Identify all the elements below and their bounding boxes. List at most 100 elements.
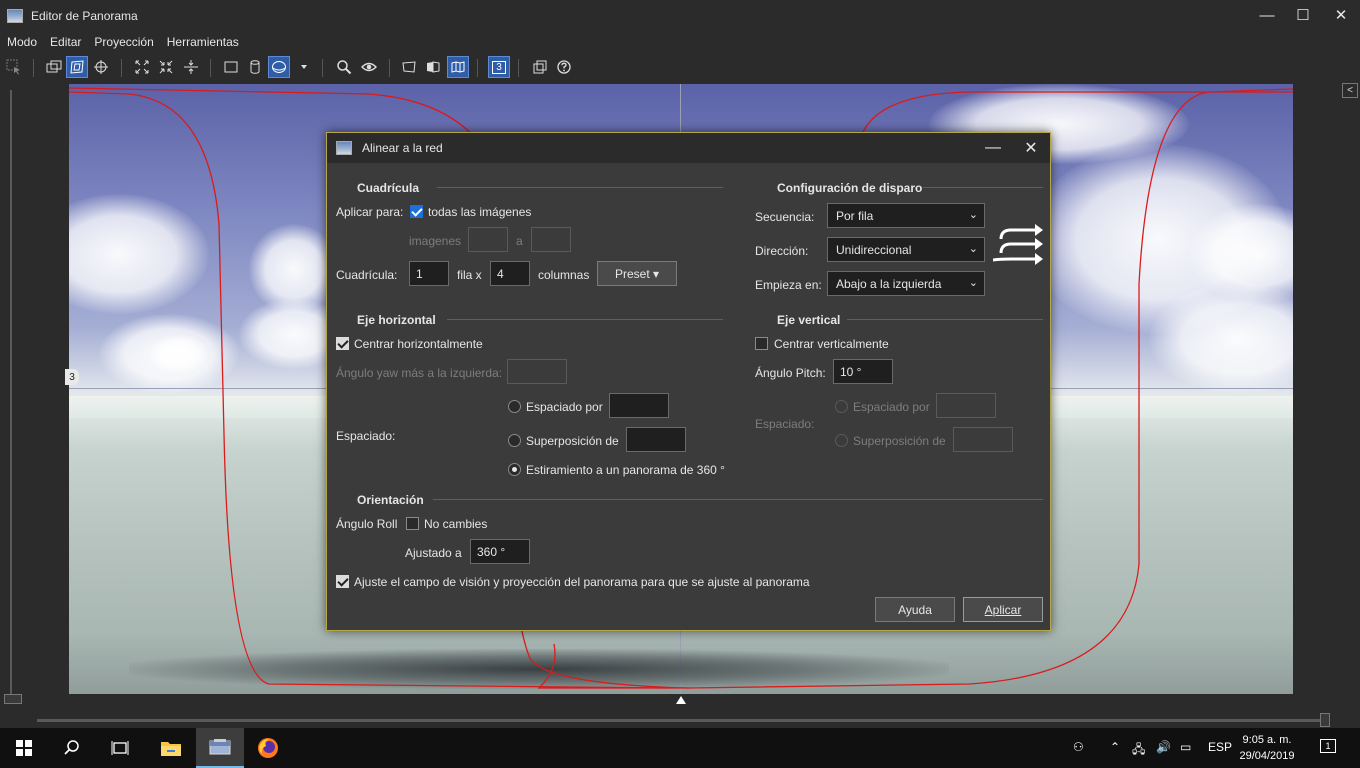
- help-button[interactable]: Ayuda: [875, 597, 955, 622]
- numbers-label: 3: [492, 60, 506, 74]
- file-explorer-icon[interactable]: [147, 728, 195, 768]
- mosaic-icon[interactable]: [422, 56, 444, 78]
- apply-button[interactable]: Aplicar: [963, 597, 1043, 622]
- close-button[interactable]: ✕: [1318, 0, 1360, 30]
- eye-icon[interactable]: [358, 56, 380, 78]
- all-images-checkbox[interactable]: [410, 205, 423, 218]
- clock-time: 9:05 a. m.: [1242, 734, 1292, 746]
- grid-label: Cuadrícula:: [336, 268, 398, 282]
- taskbar: ⚇ ⌃ 🖧 🔊 ▭ ESP 9:05 a. m. 29/04/2019 1: [0, 728, 1360, 768]
- horizontal-spacing-label: Espaciado:: [336, 429, 396, 443]
- select-icon[interactable]: [3, 56, 25, 78]
- language-indicator[interactable]: ESP: [1208, 740, 1232, 754]
- vertical-overlap-field[interactable]: [953, 427, 1013, 452]
- collapse-panel-button[interactable]: <: [1342, 83, 1358, 98]
- vertical-scrollbar[interactable]: [10, 90, 18, 700]
- no-change-label: No cambies: [424, 517, 488, 531]
- spaced-by-field[interactable]: [609, 393, 669, 418]
- dropdown-icon[interactable]: [293, 56, 315, 78]
- adjusted-label: Ajustado a: [405, 546, 462, 560]
- preset-button[interactable]: Preset ▾: [597, 261, 677, 286]
- menu-bar: Modo Editar Proyección Herramientas: [0, 32, 1360, 52]
- map-icon[interactable]: [447, 56, 469, 78]
- stretch-360-radio[interactable]: [508, 463, 521, 476]
- overlap-icon[interactable]: [529, 56, 551, 78]
- shrink-icon[interactable]: [155, 56, 177, 78]
- pitch-label: Ángulo Pitch:: [755, 366, 826, 380]
- firefox-icon[interactable]: [244, 728, 292, 768]
- equirect-icon[interactable]: [268, 56, 290, 78]
- vertical-spaced-by-label: Espaciado por: [853, 400, 930, 414]
- menu-modo[interactable]: Modo: [0, 35, 43, 49]
- center-icon[interactable]: [180, 56, 202, 78]
- chevron-down-icon: ⌄: [968, 277, 978, 289]
- stretch-360-label: Estiramiento a un panorama de 360 °: [526, 463, 725, 477]
- orientation-title: Orientación: [357, 493, 424, 507]
- vertical-spaced-by-radio[interactable]: [835, 400, 848, 413]
- clock[interactable]: 9:05 a. m. 29/04/2019: [1232, 732, 1302, 764]
- rows-suffix: fila x: [457, 268, 482, 282]
- center-vertically-checkbox[interactable]: [755, 337, 768, 350]
- numbers-icon[interactable]: 3: [488, 56, 510, 78]
- horizontal-scrollbar[interactable]: [37, 719, 1327, 722]
- vertical-scroll-thumb[interactable]: [4, 694, 22, 704]
- yaw-field[interactable]: [507, 359, 567, 384]
- vertical-axis-title: Eje vertical: [777, 313, 841, 327]
- task-view-icon[interactable]: [96, 728, 144, 768]
- vertical-overlap-radio[interactable]: [835, 434, 848, 447]
- title-bar: Editor de Panorama — ☐ ✕: [0, 0, 1360, 32]
- range-from-field[interactable]: [468, 227, 508, 252]
- window-title: Editor de Panorama: [31, 9, 138, 23]
- cylindrical-icon[interactable]: [244, 56, 266, 78]
- center-horizontally-label: Centrar horizontalmente: [354, 337, 483, 351]
- direction-select[interactable]: Unidireccional ⌄: [827, 237, 985, 262]
- search-icon[interactable]: [48, 728, 96, 768]
- crosshair-icon[interactable]: [90, 56, 112, 78]
- zoom-icon[interactable]: [333, 56, 355, 78]
- toolbar: 3: [0, 53, 1360, 83]
- sequence-select[interactable]: Por fila ⌄: [827, 203, 985, 228]
- adjusted-field[interactable]: 360 °: [470, 539, 530, 564]
- windows-start-icon[interactable]: [0, 728, 48, 768]
- rectilinear-icon[interactable]: [220, 56, 242, 78]
- center-horizontally-checkbox[interactable]: [336, 337, 349, 350]
- pitch-field[interactable]: 10 °: [833, 359, 893, 384]
- horizontal-scroll-thumb[interactable]: [1320, 713, 1330, 727]
- dialog-minimize-button[interactable]: —: [979, 137, 1007, 159]
- vertical-spaced-by-field[interactable]: [936, 393, 996, 418]
- menu-editar[interactable]: Editar: [43, 35, 87, 49]
- people-icon[interactable]: ⚇: [1073, 740, 1084, 754]
- panorama-editor-icon[interactable]: [196, 728, 244, 768]
- battery-icon[interactable]: ▭: [1180, 740, 1191, 754]
- align-to-grid-dialog: Alinear a la red — ✕ Cuadrícula Aplicar …: [326, 132, 1051, 631]
- range-separator: a: [516, 234, 523, 248]
- fit-icon[interactable]: [131, 56, 153, 78]
- layout-icon[interactable]: [66, 56, 88, 78]
- volume-icon[interactable]: 🔊: [1156, 740, 1171, 754]
- no-change-checkbox[interactable]: [406, 517, 419, 530]
- start-select[interactable]: Abajo a la izquierda ⌄: [827, 271, 985, 296]
- menu-proyeccion[interactable]: Proyección: [87, 35, 159, 49]
- preview-icon[interactable]: [43, 56, 65, 78]
- grid-section-title: Cuadrícula: [357, 181, 420, 195]
- spaced-by-radio[interactable]: [508, 400, 521, 413]
- notifications-count: 1: [1320, 739, 1336, 753]
- apply-for-label: Aplicar para:: [336, 205, 404, 219]
- direction-label: Dirección:: [755, 244, 809, 258]
- fit-fov-checkbox[interactable]: [336, 575, 349, 588]
- perspective-icon[interactable]: [398, 56, 420, 78]
- menu-herramientas[interactable]: Herramientas: [160, 35, 245, 49]
- overlap-field[interactable]: [626, 427, 686, 452]
- network-icon[interactable]: 🖧: [1132, 740, 1145, 761]
- sequence-label: Secuencia:: [755, 210, 815, 224]
- rows-field[interactable]: 1: [409, 261, 449, 286]
- cols-field[interactable]: 4: [490, 261, 530, 286]
- range-to-field[interactable]: [531, 227, 571, 252]
- overlap-label: Superposición de: [526, 434, 619, 448]
- help-icon[interactable]: [553, 56, 575, 78]
- app-icon: [7, 9, 23, 23]
- overlap-radio[interactable]: [508, 434, 521, 447]
- notifications-icon[interactable]: 1: [1320, 738, 1336, 753]
- chevron-up-icon[interactable]: ⌃: [1110, 740, 1120, 754]
- dialog-close-button[interactable]: ✕: [1017, 137, 1045, 159]
